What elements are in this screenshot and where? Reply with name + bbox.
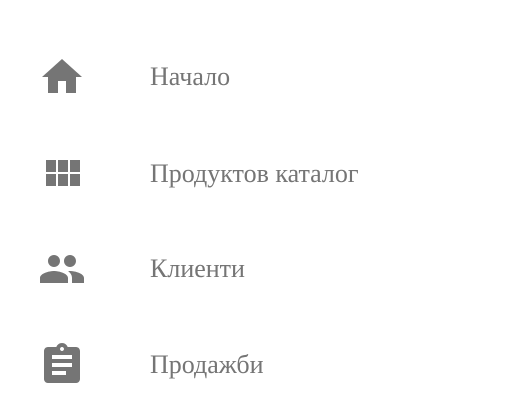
navigation-menu: Начало Продуктов каталог Клиенти Продажб… (0, 0, 526, 418)
menu-item-label: Клиенти (150, 254, 245, 283)
menu-item-sales[interactable]: Продажби (0, 317, 526, 413)
menu-item-label: Продажби (150, 350, 264, 379)
people-icon (38, 245, 86, 293)
menu-item-label: Продуктов каталог (150, 159, 359, 188)
menu-item-home[interactable]: Начало (0, 29, 526, 125)
clipboard-icon (38, 341, 86, 389)
menu-item-clients[interactable]: Клиенти (0, 221, 526, 317)
menu-item-label: Начало (150, 62, 231, 91)
home-icon (38, 53, 86, 101)
grid-icon (38, 150, 86, 198)
menu-item-product-catalog[interactable]: Продуктов каталог (0, 126, 526, 222)
